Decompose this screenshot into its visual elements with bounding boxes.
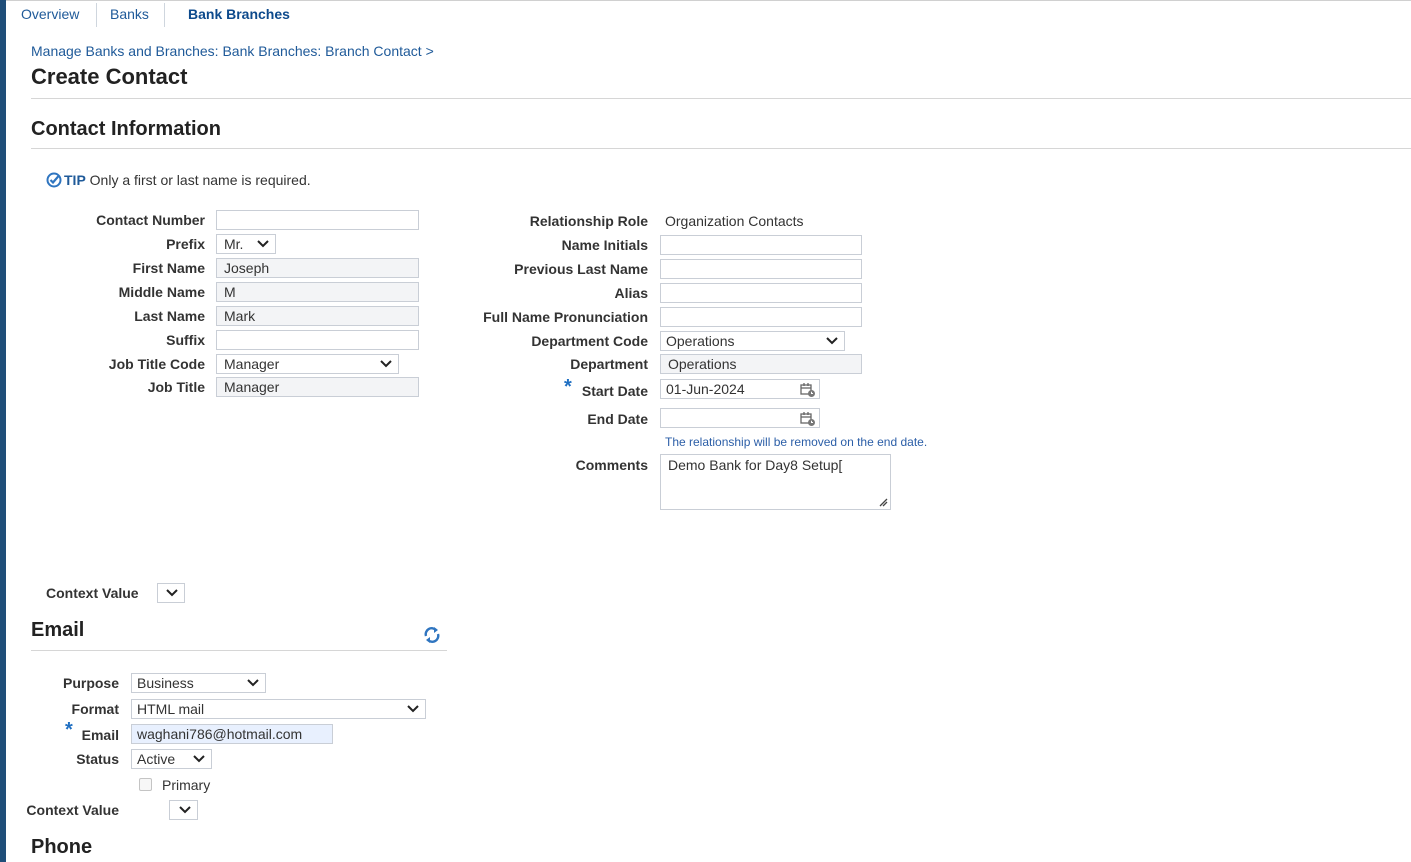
full-name-pronunciation-input[interactable] [660, 307, 862, 327]
chevron-down-icon [380, 360, 392, 368]
job-title-label: Job Title [147, 379, 205, 395]
department-input[interactable]: Operations [660, 354, 862, 374]
check-circle-icon [46, 172, 62, 191]
alias-label: Alias [614, 285, 648, 301]
required-indicator: * [564, 376, 572, 398]
chevron-down-icon [826, 337, 838, 345]
email-label: Email [81, 727, 119, 743]
job-title-code-label: Job Title Code [108, 356, 205, 372]
chevron-down-icon [179, 806, 191, 814]
start-date-input[interactable]: 01-Jun-2024 [660, 379, 820, 399]
prefix-value: Mr. [224, 236, 244, 252]
status-select[interactable]: Active [131, 749, 212, 769]
start-date-label: Start Date [581, 383, 648, 399]
alias-input[interactable] [660, 283, 862, 303]
chevron-down-icon [193, 755, 205, 763]
suffix-input[interactable] [216, 330, 419, 350]
chevron-down-icon [407, 705, 419, 713]
tip-label: TIP [64, 172, 86, 188]
chevron-down-icon [247, 679, 259, 687]
section-title-contact-information: Contact Information [31, 118, 221, 140]
job-title-code-select[interactable]: Manager [216, 354, 399, 374]
full-name-pronunciation-label: Full Name Pronunciation [483, 309, 648, 325]
department-label: Department [570, 356, 648, 372]
breadcrumb[interactable]: Manage Banks and Branches: Bank Branches… [31, 43, 434, 59]
chevron-down-icon [166, 589, 178, 597]
start-date-value: 01-Jun-2024 [666, 381, 745, 397]
email-context-value-select[interactable] [169, 800, 198, 820]
section-title-phone: Phone [31, 836, 93, 858]
resize-handle-icon[interactable] [878, 497, 888, 507]
context-value-select[interactable] [157, 583, 185, 603]
name-initials-label: Name Initials [561, 237, 648, 253]
relationship-role-label: Relationship Role [529, 213, 648, 229]
section-divider [31, 148, 1411, 149]
tab-banks[interactable]: Banks [110, 6, 149, 22]
end-date-input[interactable] [660, 408, 820, 428]
end-date-label: End Date [587, 411, 648, 427]
format-select[interactable]: HTML mail [131, 699, 426, 719]
tab-divider [96, 3, 97, 27]
contact-number-label: Contact Number [96, 212, 205, 228]
format-value: HTML mail [137, 701, 205, 717]
calendar-icon[interactable] [800, 382, 816, 398]
tab-bank-branches[interactable]: Bank Branches [188, 6, 290, 22]
purpose-value: Business [137, 675, 194, 691]
purpose-label: Purpose [62, 675, 119, 691]
contact-number-input[interactable] [216, 210, 419, 230]
section-divider [31, 650, 447, 651]
middle-name-input[interactable]: M [216, 282, 419, 302]
prefix-select[interactable]: Mr. [216, 234, 276, 254]
last-name-label: Last Name [134, 308, 205, 324]
end-date-hint: The relationship will be removed on the … [665, 435, 928, 449]
tip-message: TIP Only a first or last name is require… [46, 172, 311, 191]
primary-checkbox[interactable] [139, 778, 152, 791]
previous-last-name-input[interactable] [660, 259, 862, 279]
tip-text: Only a first or last name is required. [89, 172, 311, 188]
left-edge-bar [0, 0, 6, 862]
first-name-label: First Name [132, 260, 205, 276]
job-title-code-value: Manager [224, 356, 280, 372]
name-initials-input[interactable] [660, 235, 862, 255]
top-border [6, 0, 1411, 1]
tab-overview[interactable]: Overview [21, 6, 79, 22]
status-label: Status [76, 751, 119, 767]
comments-value: Demo Bank for Day8 Setup[ [668, 457, 843, 473]
job-title-input[interactable]: Manager [216, 377, 419, 397]
comments-textarea[interactable]: Demo Bank for Day8 Setup[ [660, 454, 891, 510]
purpose-select[interactable]: Business [131, 673, 266, 693]
calendar-icon[interactable] [800, 411, 816, 427]
middle-name-label: Middle Name [118, 284, 205, 300]
title-divider [31, 98, 1411, 99]
status-value: Active [137, 751, 176, 767]
refresh-icon[interactable] [421, 624, 443, 646]
first-name-input[interactable]: Joseph [216, 258, 419, 278]
chevron-down-icon [257, 240, 269, 248]
email-context-value-label: Context Value [26, 802, 119, 818]
email-input[interactable]: waghani786@hotmail.com [131, 724, 333, 744]
comments-label: Comments [575, 457, 648, 473]
department-code-value: Operations [666, 333, 735, 349]
tab-divider [164, 3, 165, 27]
department-code-select[interactable]: Operations [660, 331, 845, 351]
suffix-label: Suffix [166, 332, 205, 348]
relationship-role-value: Organization Contacts [665, 213, 804, 229]
required-indicator: * [65, 719, 73, 741]
previous-last-name-label: Previous Last Name [514, 261, 648, 277]
department-code-label: Department Code [531, 333, 648, 349]
format-label: Format [71, 701, 119, 717]
prefix-label: Prefix [166, 236, 205, 252]
page-title: Create Contact [31, 64, 188, 89]
context-value-label: Context Value [46, 585, 139, 601]
last-name-input[interactable]: Mark [216, 306, 419, 326]
primary-checkbox-label: Primary [162, 777, 211, 793]
section-title-email: Email [31, 619, 85, 641]
